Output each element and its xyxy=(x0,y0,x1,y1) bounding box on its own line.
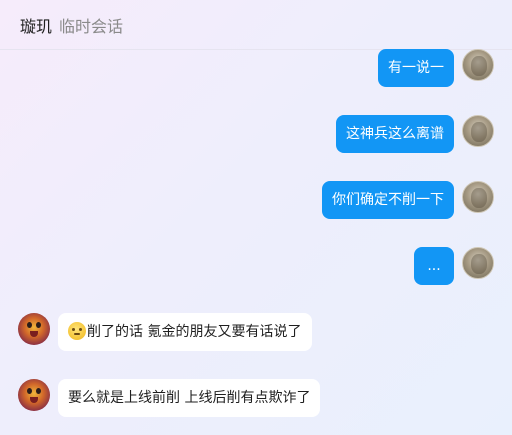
message-bubble-received[interactable]: 削了的话 氪金的朋友又要有话说了 xyxy=(58,313,312,351)
slight-smile-emoji-icon xyxy=(68,322,86,340)
message-text: 削了的话 氪金的朋友又要有话说了 xyxy=(87,324,302,340)
user-avatar-icon[interactable] xyxy=(462,181,494,213)
contact-avatar-icon[interactable] xyxy=(18,313,50,345)
chat-header: 璇玑 临时会话 xyxy=(0,0,512,50)
user-avatar-icon[interactable] xyxy=(462,247,494,279)
message-text: 要么就是上线前削 上线后削有点欺诈了 xyxy=(68,390,311,406)
message-text: ... xyxy=(427,258,441,274)
message-bubble-received[interactable]: 要么就是上线前削 上线后削有点欺诈了 xyxy=(58,379,320,417)
message-text: 这神兵这么离谱 xyxy=(346,126,444,142)
message-text: 你们确定不削一下 xyxy=(332,192,444,208)
user-avatar-icon[interactable] xyxy=(462,49,494,81)
contact-avatar-icon[interactable] xyxy=(18,379,50,411)
session-type-label: 临时会话 xyxy=(59,16,124,36)
message-bubble-sent[interactable]: ... xyxy=(414,247,454,285)
message-bubble-sent[interactable]: 有一说一 xyxy=(378,49,454,87)
message-bubble-sent[interactable]: 你们确定不削一下 xyxy=(322,181,454,219)
user-avatar-icon[interactable] xyxy=(462,115,494,147)
message-bubble-sent[interactable]: 这神兵这么离谱 xyxy=(336,115,454,153)
message-text: 有一说一 xyxy=(388,60,444,76)
contact-name[interactable]: 璇玑 xyxy=(20,13,52,37)
